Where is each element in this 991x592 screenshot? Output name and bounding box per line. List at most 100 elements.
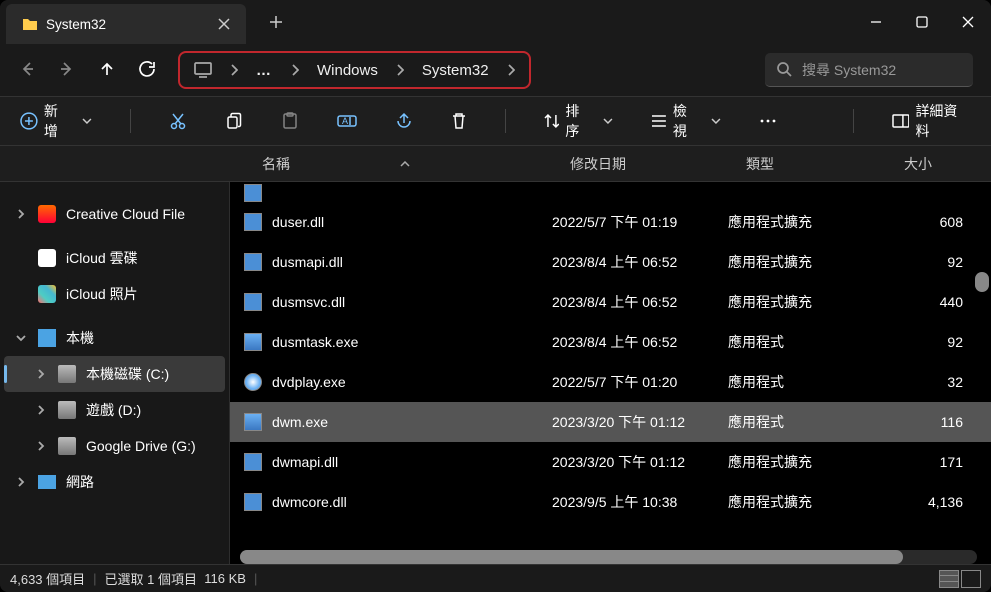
file-row[interactable]: dusmapi.dll 2023/8/4 上午 06:52 應用程式擴充 92 <box>230 242 991 282</box>
new-tab-button[interactable] <box>256 2 296 42</box>
chevron-right-icon[interactable] <box>16 206 28 222</box>
up-button[interactable] <box>98 60 116 81</box>
file-icon <box>244 453 262 471</box>
file-row[interactable]: dusmtask.exe 2023/8/4 上午 06:52 應用程式 92 <box>230 322 991 362</box>
refresh-button[interactable] <box>138 60 156 81</box>
chevron-right-icon <box>291 64 299 76</box>
file-row[interactable]: dwm.exe 2023/3/20 下午 01:12 應用程式 116 <box>230 402 991 442</box>
sidebar-item[interactable]: iCloud 照片 <box>0 276 229 312</box>
column-name[interactable]: 名稱 <box>262 154 570 174</box>
file-name: duser.dll <box>272 214 552 230</box>
sidebar-item-label: 網路 <box>66 472 94 492</box>
status-item-count: 4,633 個項目 <box>10 569 85 588</box>
delete-button[interactable] <box>451 112 467 130</box>
status-bar: 4,633 個項目 | 已選取 1 個項目 116 KB | <box>0 564 991 592</box>
chevron-right-icon[interactable] <box>36 402 48 418</box>
svg-text:A: A <box>342 116 348 126</box>
chevron-right-icon <box>396 64 404 76</box>
chevron-right-icon[interactable] <box>36 366 48 382</box>
file-explorer-window: System32 … Windows System32 <box>0 0 991 592</box>
chevron-down-icon[interactable] <box>16 330 28 346</box>
column-type[interactable]: 類型 <box>746 154 904 174</box>
sidebar-item-label: Creative Cloud File <box>66 206 185 222</box>
search-input[interactable]: 搜尋 System32 <box>765 53 973 87</box>
maximize-button[interactable] <box>899 4 945 40</box>
scrollbar-horizontal[interactable] <box>240 550 977 564</box>
chevron-down-icon <box>82 118 92 124</box>
breadcrumb-ellipsis[interactable]: … <box>256 62 273 79</box>
file-date: 2023/3/20 下午 01:12 <box>552 412 728 432</box>
sort-asc-icon <box>400 161 410 167</box>
chevron-right-icon[interactable] <box>36 438 48 454</box>
file-type: 應用程式擴充 <box>728 252 886 272</box>
back-button[interactable] <box>18 60 36 81</box>
file-type: 應用程式擴充 <box>728 452 886 472</box>
scrollbar-vertical[interactable] <box>975 182 989 550</box>
chevron-right-icon <box>507 64 515 76</box>
view-grid-icon[interactable] <box>961 570 981 588</box>
status-selection-size: 116 KB <box>204 571 246 586</box>
search-icon <box>777 62 792 77</box>
content-body: Creative Cloud File iCloud 雲碟iCloud 照片本機本… <box>0 182 991 564</box>
file-type: 應用程式 <box>728 372 886 392</box>
share-button[interactable] <box>395 112 413 130</box>
new-button[interactable]: 新增 <box>20 101 92 141</box>
file-name: dusmsvc.dll <box>272 294 552 310</box>
sidebar-item[interactable]: iCloud 雲碟 <box>0 240 229 276</box>
sidebar-item[interactable]: 遊戲 (D:) <box>0 392 229 428</box>
details-pane-button[interactable]: 詳細資料 <box>892 101 971 141</box>
drive-icon <box>58 437 76 455</box>
chevron-right-icon[interactable] <box>16 474 28 490</box>
file-row-partial[interactable] <box>230 182 991 202</box>
file-row[interactable]: dusmsvc.dll 2023/8/4 上午 06:52 應用程式擴充 440 <box>230 282 991 322</box>
column-date[interactable]: 修改日期 <box>570 154 746 174</box>
breadcrumb[interactable]: … Windows System32 <box>178 51 531 89</box>
breadcrumb-part[interactable]: Windows <box>317 62 378 79</box>
cut-button[interactable] <box>169 112 187 130</box>
icloud-icon <box>38 249 56 267</box>
photos-icon <box>38 285 56 303</box>
file-row[interactable]: dwmcore.dll 2023/9/5 上午 10:38 應用程式擴充 4,1… <box>230 482 991 522</box>
file-row[interactable]: dwmapi.dll 2023/3/20 下午 01:12 應用程式擴充 171 <box>230 442 991 482</box>
sidebar-item[interactable]: 本機磁碟 (C:) <box>4 356 225 392</box>
copy-button[interactable] <box>225 112 243 130</box>
sidebar-item[interactable]: Creative Cloud File <box>0 196 229 232</box>
breadcrumb-part[interactable]: System32 <box>422 62 489 79</box>
file-icon <box>244 253 262 271</box>
file-name: dusmtask.exe <box>272 334 552 350</box>
view-button[interactable]: 檢視 <box>651 101 721 141</box>
more-button[interactable] <box>759 118 777 124</box>
rename-button[interactable]: A <box>337 112 357 130</box>
file-icon <box>244 373 262 391</box>
file-date: 2022/5/7 下午 01:19 <box>552 212 728 232</box>
file-date: 2023/8/4 上午 06:52 <box>552 292 728 312</box>
column-size[interactable]: 大小 <box>904 154 991 174</box>
file-row[interactable]: dvdplay.exe 2022/5/7 下午 01:20 應用程式 32 <box>230 362 991 402</box>
pc-icon <box>194 62 212 78</box>
sidebar: Creative Cloud File iCloud 雲碟iCloud 照片本機本… <box>0 182 230 564</box>
file-icon <box>244 333 262 351</box>
sort-button[interactable]: 排序 <box>544 101 614 141</box>
file-type: 應用程式 <box>728 412 886 432</box>
file-icon <box>244 493 262 511</box>
file-row[interactable]: duser.dll 2022/5/7 下午 01:19 應用程式擴充 608 <box>230 202 991 242</box>
sidebar-item[interactable]: Google Drive (G:) <box>0 428 229 464</box>
sidebar-item[interactable]: 網路 <box>0 464 229 500</box>
chevron-down-icon <box>603 118 613 124</box>
minimize-button[interactable] <box>853 4 899 40</box>
sidebar-item[interactable]: 本機 <box>0 320 229 356</box>
view-details-icon[interactable] <box>939 570 959 588</box>
file-name: dwmapi.dll <box>272 454 552 470</box>
file-icon <box>244 413 262 431</box>
close-button[interactable] <box>945 4 991 40</box>
forward-button[interactable] <box>58 60 76 81</box>
tab[interactable]: System32 <box>6 4 246 44</box>
file-type: 應用程式擴充 <box>728 292 886 312</box>
paste-button[interactable] <box>281 112 299 130</box>
file-list: duser.dll 2022/5/7 下午 01:19 應用程式擴充 608 d… <box>230 182 991 564</box>
file-type: 應用程式 <box>728 332 886 352</box>
pc-icon <box>38 329 56 347</box>
close-tab-icon[interactable] <box>218 18 230 30</box>
titlebar: System32 <box>0 0 991 44</box>
chevron-down-icon <box>711 118 721 124</box>
